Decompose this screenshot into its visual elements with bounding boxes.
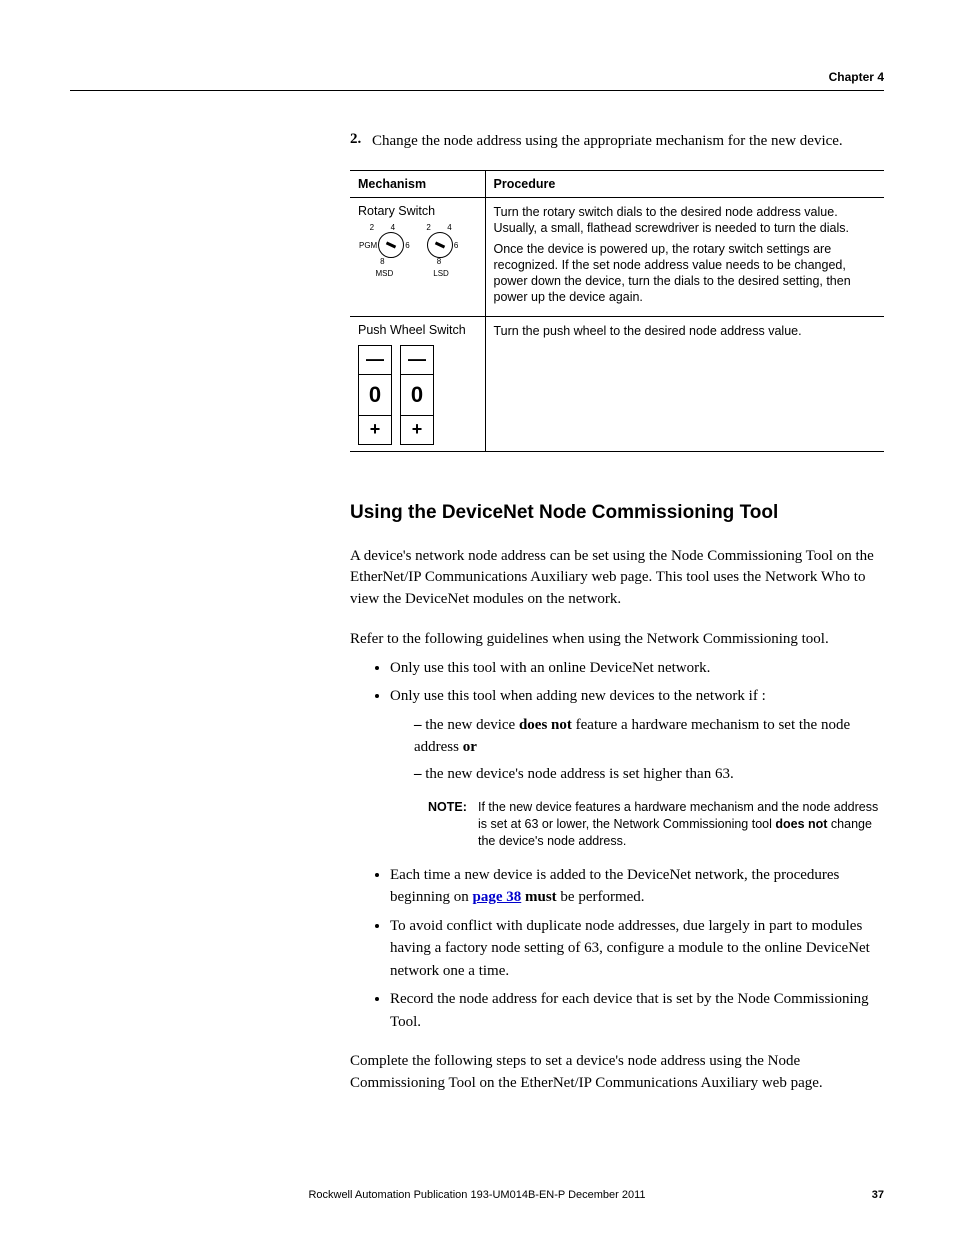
pushwheel-switch-label: Push Wheel Switch [358, 323, 477, 337]
page-number: 37 [872, 1189, 884, 1201]
section-title: Using the DeviceNet Node Commissioning T… [350, 502, 884, 524]
rotary-dial-icon [427, 232, 453, 258]
pushwheel-plus-icon: + [401, 416, 433, 444]
list-item: Only use this tool when adding new devic… [390, 685, 884, 850]
guideline-list: Only use this tool with an online Device… [350, 657, 884, 1034]
cell-rotary-procedure: Turn the rotary switch dials to the desi… [485, 198, 884, 317]
note-block: NOTE: If the new device features a hardw… [428, 799, 884, 850]
th-mechanism: Mechanism [350, 171, 485, 198]
cell-pushwheel-mechanism: Push Wheel Switch — 0 + — 0 + [350, 316, 485, 451]
pushwheel-digit: 0 [401, 375, 433, 416]
list-item: Each time a new device is added to the D… [390, 864, 884, 909]
note-text: If the new device features a hardware me… [478, 799, 884, 850]
list-item: Only use this tool with an online Device… [390, 657, 884, 680]
paragraph-2: Refer to the following guidelines when u… [350, 629, 884, 651]
page-footer: Rockwell Automation Publication 193-UM01… [70, 1189, 884, 1201]
cell-pushwheel-procedure: Turn the push wheel to the desired node … [485, 316, 884, 451]
mechanism-table: Mechanism Procedure Rotary Switch 2 4 PG… [350, 170, 884, 452]
note-label: NOTE: [428, 799, 478, 850]
pushwheel-digit: 0 [359, 375, 391, 416]
pushwheel-graphic: — 0 + — 0 + [358, 345, 477, 445]
rotary-proc-1: Turn the rotary switch dials to the desi… [494, 204, 877, 237]
rotary-switch-label: Rotary Switch [358, 204, 477, 218]
list-item: the new device's node address is set hig… [414, 763, 884, 786]
th-procedure: Procedure [485, 171, 884, 198]
header-rule [70, 90, 884, 91]
publication-info: Rockwell Automation Publication 193-UM01… [308, 1189, 645, 1201]
pushwheel-proc: Turn the push wheel to the desired node … [494, 323, 877, 339]
step-2: 2. Change the node address using the app… [350, 131, 884, 152]
rotary-dial-icon [378, 232, 404, 258]
paragraph-3: Complete the following steps to set a de… [350, 1051, 884, 1095]
page-38-link[interactable]: page 38 [473, 889, 522, 905]
step-number: 2. [350, 131, 372, 152]
rotary-proc-2: Once the device is powered up, the rotar… [494, 241, 877, 306]
step-text: Change the node address using the approp… [372, 131, 843, 152]
list-item: To avoid conflict with duplicate node ad… [390, 915, 884, 983]
pushwheel-plus-icon: + [359, 416, 391, 444]
pushwheel-minus-icon: — [401, 346, 433, 375]
list-item: the new device does not feature a hardwa… [414, 714, 884, 759]
list-item: Record the node address for each device … [390, 988, 884, 1033]
cell-rotary-mechanism: Rotary Switch 2 4 PGM 6 8 MSD [350, 198, 485, 317]
chapter-header: Chapter 4 [70, 70, 884, 84]
rotary-dials-graphic: 2 4 PGM 6 8 MSD 2 4 [358, 224, 477, 278]
paragraph-1: A device's network node address can be s… [350, 546, 884, 611]
pushwheel-minus-icon: — [359, 346, 391, 375]
